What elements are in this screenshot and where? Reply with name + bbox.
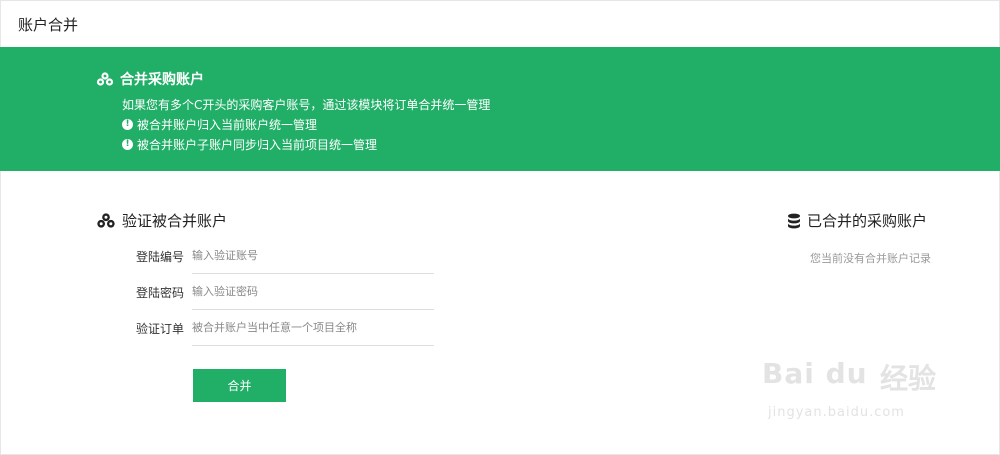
watermark-cn: 经验	[880, 362, 937, 395]
info-icon: !	[122, 139, 133, 150]
page-title: 账户合并	[18, 16, 79, 34]
watermark-url: jingyan.baidu.com	[768, 405, 905, 420]
cubes-icon	[97, 213, 115, 228]
cubes-icon	[96, 72, 114, 86]
info-icon: !	[122, 119, 133, 130]
password-label: 登陆密码	[135, 286, 184, 300]
verify-section-title: 验证被合并账户	[96, 210, 227, 231]
merge-button[interactable]: 合并	[193, 369, 286, 402]
form-row-order: 验证订单	[130, 310, 434, 346]
password-input[interactable]	[192, 274, 434, 310]
order-label: 验证订单	[135, 322, 184, 336]
account-label: 登陆编号	[135, 250, 184, 264]
info-banner: 合并采购账户 如果您有多个C开头的采购客户账号，通过该模块将订单合并统一管理 !…	[0, 47, 1000, 171]
watermark-logo: Bai du	[762, 357, 868, 390]
empty-state-text: 您当前没有合并账户记录	[810, 252, 931, 265]
banner-title: 合并采购账户	[96, 69, 204, 89]
form-row-account: 登陆编号	[130, 238, 434, 274]
banner-note: ! 被合并账户归入当前账户统一管理	[122, 116, 317, 133]
merged-title-text: 已合并的采购账户	[807, 212, 928, 230]
banner-note-text: 被合并账户归入当前账户统一管理	[137, 118, 318, 132]
banner-note: ! 被合并账户子账户同步归入当前项目统一管理	[122, 136, 377, 153]
banner-title-text: 合并采购账户	[120, 72, 204, 88]
banner-note-text: 被合并账户子账户同步归入当前项目统一管理	[137, 138, 378, 152]
order-input[interactable]	[192, 310, 434, 346]
watermark: Bai du 经验 jingyan.baidu.com	[762, 345, 962, 435]
banner-description: 如果您有多个C开头的采购客户账号，通过该模块将订单合并统一管理	[122, 98, 491, 112]
account-input[interactable]	[192, 238, 434, 274]
database-icon	[788, 213, 800, 228]
verify-title-text: 验证被合并账户	[122, 212, 228, 230]
merged-section-title: 已合并的采购账户	[787, 210, 927, 231]
form-row-password: 登陆密码	[130, 274, 434, 310]
